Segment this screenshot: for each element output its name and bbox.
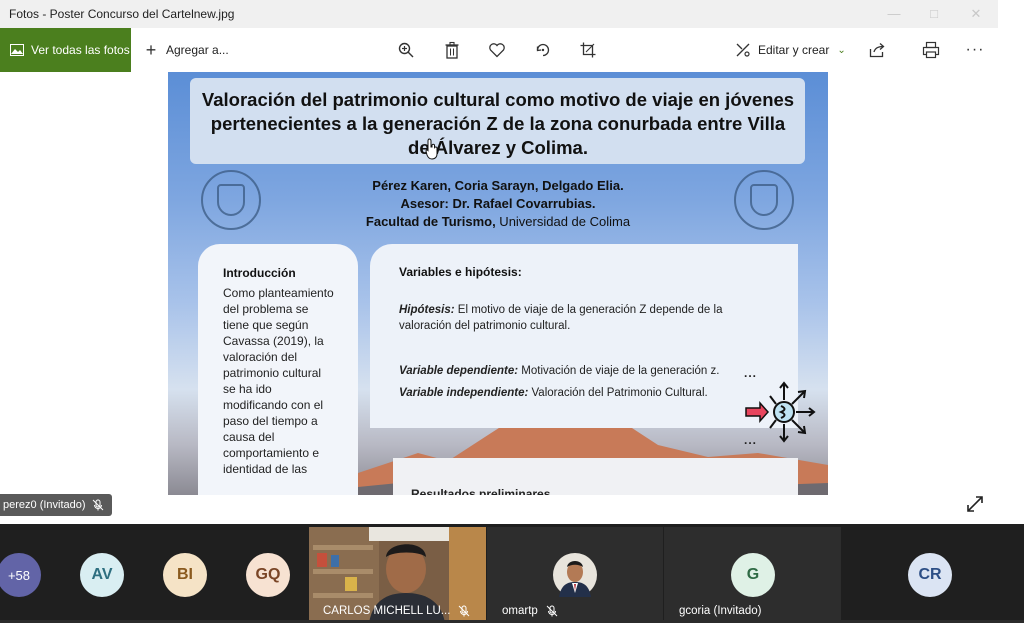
add-to-button[interactable]: + Agregar a... [142, 40, 229, 60]
results-card: Resultados preliminares [393, 458, 798, 495]
delete-button[interactable] [443, 40, 461, 60]
video-participant-name: CARLOS MICHELL LU... [323, 605, 451, 617]
gcoria-avatar: G [731, 553, 775, 597]
faculty-line: Facultad de Turismo, Universidad de Coli… [318, 213, 678, 231]
mic-muted-icon [92, 499, 103, 511]
participant-avatar-cr[interactable]: CR [908, 553, 952, 597]
share-button[interactable] [868, 40, 886, 60]
add-to-label: Agregar a... [166, 43, 229, 57]
participant-tile-gcoria[interactable]: G gcoria (Invitado) [664, 527, 841, 623]
faculty-rest: Universidad de Colima [495, 214, 631, 229]
dependent-variable-text: Variable dependiente: Motivación de viaj… [399, 363, 759, 379]
window-title: Fotos - Poster Concurso del Cartelnew.jp… [9, 7, 235, 21]
mouse-cursor-icon [425, 138, 438, 160]
presenter-name-tag: perez0 (Invitado) [0, 494, 112, 516]
results-title: Resultados preliminares [411, 487, 551, 495]
favorite-icon [489, 43, 505, 58]
university-seal-left [201, 170, 261, 230]
variables-title: Variables e hipótesis: [399, 265, 522, 279]
video-participant-label: CARLOS MICHELL LU... [323, 605, 470, 617]
gcoria-name: gcoria (Invitado) [679, 605, 762, 617]
all-photos-label: Ver todas las fotos [31, 43, 130, 57]
introduction-text: Como planteamiento del problema se tiene… [223, 286, 334, 476]
zoom-icon [398, 42, 414, 58]
gallery-icon [10, 44, 24, 56]
independent-label: Variable independiente: [399, 387, 529, 399]
participant-avatar-gq[interactable]: GQ [246, 553, 290, 597]
crop-button[interactable] [579, 40, 597, 60]
travel-motivation-icon [745, 381, 816, 443]
delete-icon [445, 41, 459, 59]
participant-tile-omartp[interactable]: omartp [487, 527, 663, 623]
dependent-body: Motivación de viaje de la generación z. [518, 365, 720, 377]
university-seal-right [734, 170, 794, 230]
title-bar: Fotos - Poster Concurso del Cartelnew.jp… [0, 0, 998, 28]
introduction-title: Introducción [223, 266, 296, 280]
photos-toolbar: Ver todas las fotos + Agregar a... Edita… [0, 28, 998, 72]
omartp-name: omartp [502, 605, 538, 617]
omartp-photo-avatar [553, 553, 597, 597]
advisor-line: Asesor: Dr. Rafael Covarrubias. [400, 196, 596, 211]
image-canvas: Valoración del patrimonio cultural como … [0, 72, 998, 524]
zoom-button[interactable] [397, 40, 415, 60]
presenter-name: perez0 (Invitado) [3, 499, 86, 511]
participant-avatar-av[interactable]: AV [80, 553, 124, 597]
print-button[interactable] [922, 40, 940, 60]
faculty-bold: Facultad de Turismo, [365, 214, 496, 229]
fullscreen-icon[interactable] [965, 494, 985, 514]
plus-icon: + [145, 39, 157, 60]
poster-title: Valoración del patrimonio cultural como … [201, 89, 795, 158]
minimize-icon[interactable]: — [880, 4, 908, 24]
maximize-icon[interactable]: □ [920, 4, 948, 24]
rotate-icon [536, 43, 550, 57]
more-options-button[interactable]: ··· [966, 40, 984, 60]
chevron-down-icon: ⌄ [837, 44, 846, 56]
favorite-button[interactable] [488, 40, 506, 60]
participants-strip: +58 AV BI GQ CARLOS MICHELL LU... omartp… [0, 524, 1024, 623]
poster-image: Valoración del patrimonio cultural como … [168, 72, 828, 495]
more-participants-badge[interactable]: +58 [0, 553, 41, 597]
mic-muted-icon [459, 605, 470, 617]
introduction-card: Introducción Como planteamiento del prob… [198, 244, 358, 495]
edit-create-label: Editar y crear [758, 43, 830, 57]
share-icon [869, 43, 885, 58]
hypothesis-label: Hipótesis: [399, 304, 455, 316]
close-icon[interactable]: ✕ [962, 4, 990, 24]
variables-card: Variables e hipótesis: Hipótesis: El mot… [370, 244, 798, 428]
omartp-label: omartp [502, 605, 558, 617]
window-edge [998, 0, 1024, 524]
ellipsis-top: ... [744, 366, 758, 380]
edit-create-button[interactable]: Editar y crear ⌄ [734, 40, 846, 60]
hypothesis-text: Hipótesis: El motivo de viaje de la gene… [399, 302, 759, 334]
authors-line: Pérez Karen, Coria Sarayn, Delgado Elia. [372, 178, 624, 193]
edit-magic-icon [736, 43, 750, 57]
mic-muted-icon [546, 605, 558, 617]
crop-icon [580, 42, 596, 58]
rotate-button[interactable] [534, 40, 552, 60]
poster-authors: Pérez Karen, Coria Sarayn, Delgado Elia.… [318, 177, 678, 231]
independent-body: Valoración del Patrimonio Cultural. [528, 387, 708, 399]
dependent-label: Variable dependiente: [399, 365, 519, 377]
video-tile-carlos[interactable]: CARLOS MICHELL LU... [309, 527, 486, 623]
independent-variable-text: Variable independiente: Valoración del P… [399, 385, 759, 401]
all-photos-button[interactable]: Ver todas las fotos [0, 28, 131, 72]
more-icon: ··· [965, 41, 985, 58]
photos-app-window: Fotos - Poster Concurso del Cartelnew.jp… [0, 0, 998, 524]
print-icon [922, 41, 940, 59]
participant-avatar-bi[interactable]: BI [163, 553, 207, 597]
